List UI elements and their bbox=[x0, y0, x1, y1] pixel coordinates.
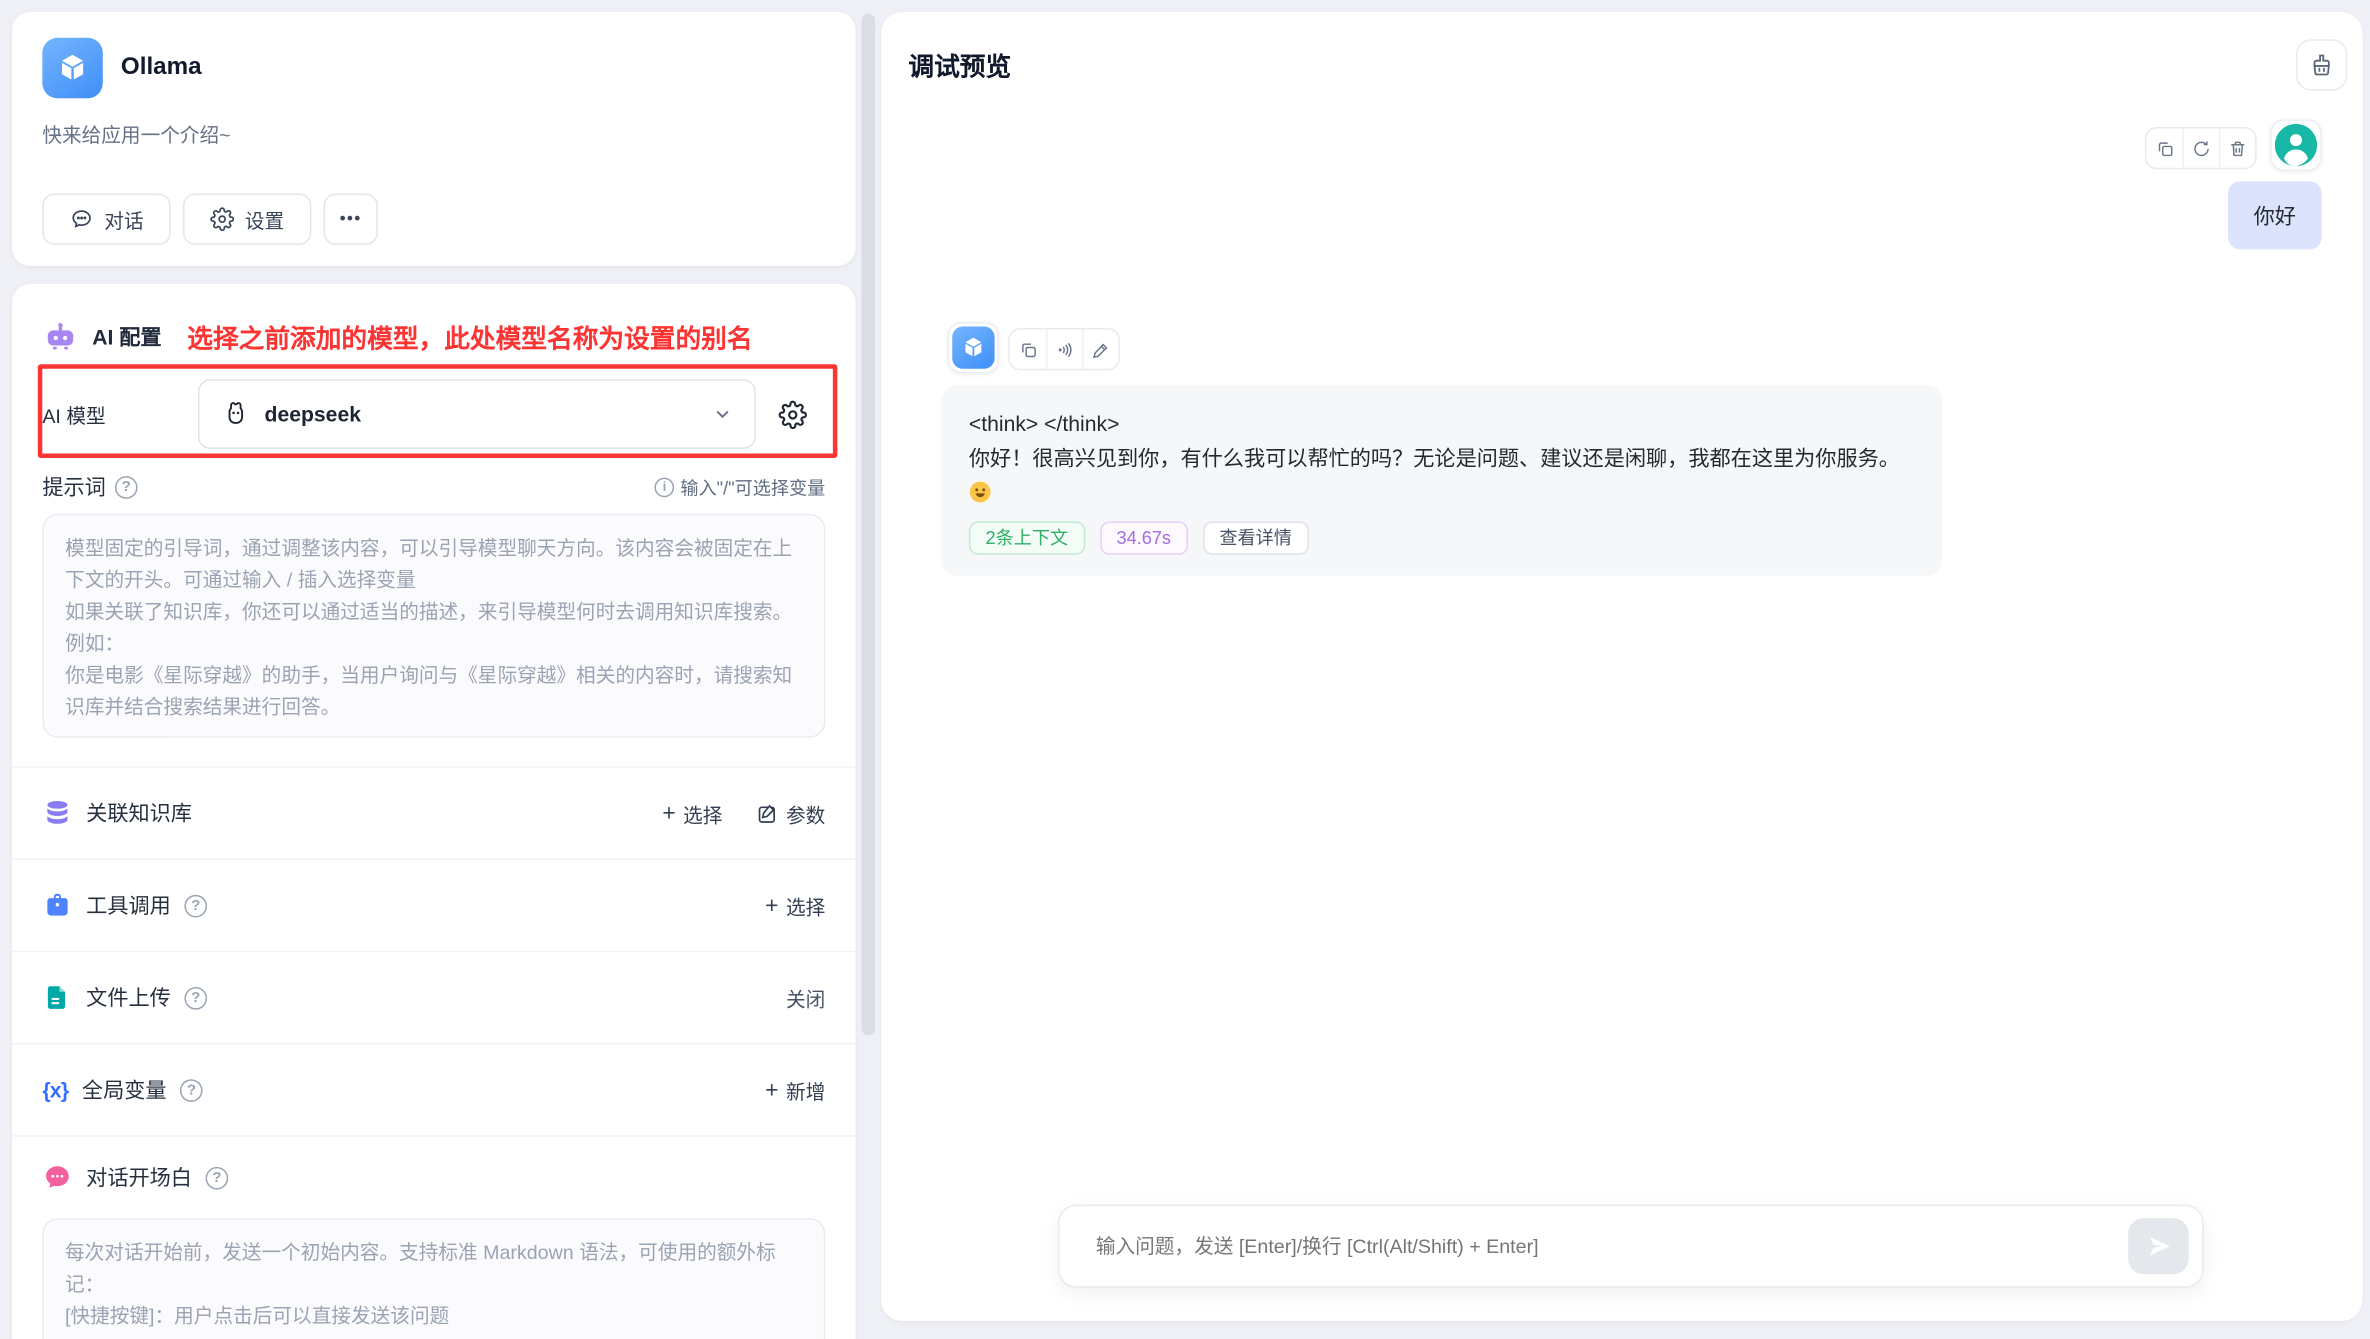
prompt-hint: 输入"/"可选择变量 bbox=[655, 474, 826, 500]
edit-square-icon bbox=[756, 802, 779, 825]
context-count-badge[interactable]: 2条上下文 bbox=[969, 521, 1085, 554]
plus-icon: + bbox=[662, 802, 675, 825]
help-icon[interactable] bbox=[184, 986, 207, 1009]
copy-icon[interactable] bbox=[1010, 330, 1046, 369]
help-icon[interactable] bbox=[180, 1078, 203, 1101]
dataset-params-button[interactable]: 参数 bbox=[756, 799, 826, 828]
chat-bubble-icon bbox=[70, 207, 94, 231]
read-aloud-icon[interactable] bbox=[1046, 330, 1082, 369]
left-panel-scrollbar[interactable] bbox=[862, 14, 876, 1036]
brush-icon bbox=[2308, 51, 2335, 78]
tools-row: 工具调用 + 选择 bbox=[12, 859, 855, 951]
delete-icon[interactable] bbox=[2219, 128, 2255, 167]
ai-avatar bbox=[948, 322, 999, 373]
model-row: AI 模型 deepseek bbox=[42, 379, 825, 449]
app-description: 快来给应用一个介绍~ bbox=[42, 119, 825, 148]
prompt-label: 提示词 bbox=[42, 472, 105, 502]
send-plane-icon bbox=[2146, 1233, 2172, 1259]
chat-button[interactable]: 对话 bbox=[42, 193, 171, 244]
app-info-card: Ollama 快来给应用一个介绍~ 对话 设置 ••• bbox=[12, 12, 855, 266]
model-select[interactable]: deepseek bbox=[198, 379, 756, 449]
ai-config-title: AI 配置 bbox=[92, 321, 161, 351]
debug-preview-panel: 调试预览 你好 bbox=[881, 12, 2362, 1321]
prompt-textarea[interactable] bbox=[42, 514, 825, 738]
red-annotation-text: 选择之前添加的模型，此处模型名称为设置的别名 bbox=[187, 317, 752, 355]
edit-icon[interactable] bbox=[1082, 330, 1118, 369]
response-time-badge[interactable]: 34.67s bbox=[1100, 521, 1188, 554]
ai-message-toolbar bbox=[1008, 328, 1120, 370]
help-icon[interactable] bbox=[206, 1166, 229, 1189]
debug-preview-title: 调试预览 bbox=[908, 45, 1011, 83]
app-name: Ollama bbox=[121, 54, 202, 81]
vars-add-button[interactable]: + 新增 bbox=[765, 1075, 825, 1104]
briefcase-icon bbox=[42, 890, 72, 920]
opening-statement-label: 对话开场白 bbox=[86, 1162, 192, 1192]
user-avatar bbox=[2270, 119, 2321, 170]
chevron-down-icon bbox=[712, 404, 733, 425]
global-vars-row: {x} 全局变量 + 新增 bbox=[12, 1043, 855, 1135]
chat-input-bar bbox=[1058, 1205, 2204, 1288]
model-settings-gear-icon[interactable] bbox=[778, 400, 807, 429]
database-icon bbox=[42, 798, 72, 828]
pink-chat-bubble-icon bbox=[42, 1162, 72, 1192]
file-upload-row: 文件上传 关闭 bbox=[12, 951, 855, 1043]
dataset-row: 关联知识库 + 选择 参数 bbox=[12, 766, 855, 858]
user-message-bubble: 你好 bbox=[2228, 181, 2322, 249]
help-icon[interactable] bbox=[115, 475, 138, 498]
settings-button-label: 设置 bbox=[245, 205, 284, 234]
retry-icon[interactable] bbox=[2183, 128, 2219, 167]
tools-select-button[interactable]: + 选择 bbox=[765, 891, 825, 920]
tools-label: 工具调用 bbox=[86, 890, 171, 920]
help-icon[interactable] bbox=[184, 894, 207, 917]
ai-config-card: AI 配置 选择之前添加的模型，此处模型名称为设置的别名 AI 模型 deeps… bbox=[12, 284, 855, 1339]
workspace: Ollama 快来给应用一个介绍~ 对话 设置 ••• bbox=[0, 0, 2370, 1339]
plus-icon: + bbox=[765, 894, 778, 917]
file-upload-label: 文件上传 bbox=[86, 982, 171, 1012]
chat-button-label: 对话 bbox=[104, 205, 143, 234]
settings-button[interactable]: 设置 bbox=[183, 193, 312, 244]
more-button[interactable]: ••• bbox=[324, 193, 378, 244]
opening-statement-textarea[interactable] bbox=[42, 1218, 825, 1339]
ai-message-card: <think> </think> 你好！很高兴见到你，有什么我可以帮忙的吗？无论… bbox=[942, 385, 1943, 575]
smile-emoji bbox=[969, 480, 992, 503]
info-icon bbox=[655, 477, 675, 497]
robot-icon bbox=[42, 318, 78, 354]
global-vars-label: 全局变量 bbox=[82, 1075, 167, 1105]
send-button[interactable] bbox=[2128, 1218, 2188, 1274]
chat-input[interactable] bbox=[1060, 1231, 2129, 1261]
file-upload-status[interactable]: 关闭 bbox=[786, 983, 825, 1012]
copy-icon[interactable] bbox=[2146, 128, 2182, 167]
think-tags: <think> </think> bbox=[969, 408, 1915, 440]
llama-icon bbox=[221, 399, 251, 429]
clear-chat-button[interactable] bbox=[2296, 39, 2347, 90]
model-select-value: deepseek bbox=[265, 402, 699, 426]
opening-statement-header: 对话开场白 bbox=[12, 1135, 855, 1206]
cube-icon bbox=[952, 326, 994, 368]
gear-icon bbox=[210, 207, 234, 231]
dataset-label: 关联知识库 bbox=[86, 798, 192, 828]
ai-reply-text: 你好！很高兴见到你，有什么我可以帮忙的吗？无论是问题、建议还是闲聊，我都在这里为… bbox=[969, 443, 1900, 476]
variable-braces-icon: {x} bbox=[42, 1078, 68, 1102]
plus-icon: + bbox=[765, 1078, 778, 1101]
model-label: AI 模型 bbox=[42, 400, 198, 429]
app-logo-cube-icon bbox=[42, 38, 102, 98]
user-message-toolbar bbox=[2145, 127, 2257, 169]
view-details-button[interactable]: 查看详情 bbox=[1203, 521, 1309, 554]
dataset-select-button[interactable]: + 选择 bbox=[662, 799, 722, 828]
ellipsis-icon: ••• bbox=[340, 210, 362, 228]
file-icon bbox=[42, 982, 72, 1012]
